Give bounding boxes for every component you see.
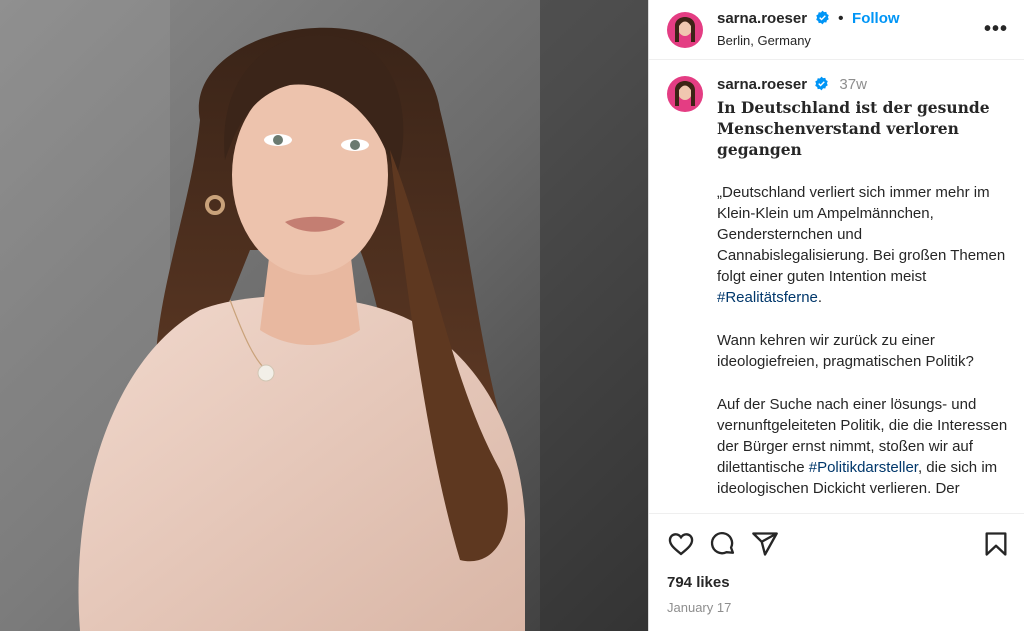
caption-text-span: . — [817, 289, 823, 306]
action-bar: 794 likes January 17 — [649, 513, 1024, 631]
comment-icon[interactable] — [709, 530, 737, 558]
caption-text: sarna.roeser 37w In Deutschland ist der … — [717, 74, 1008, 513]
caption-title: In Deutschland ist der gesunde Menschenv… — [717, 98, 990, 159]
post-view: sarna.roeser • Follow Berlin, Germany ••… — [0, 0, 1024, 631]
caption-username[interactable]: sarna.roeser — [717, 76, 807, 93]
caption-paragraph: „Deutschland verliert sich immer mehr im… — [717, 182, 1008, 308]
caption-paragraph: Wann kehren wir zurück zu einer ideologi… — [717, 332, 974, 370]
caption-area: sarna.roeser 37w In Deutschland ist der … — [649, 60, 1024, 513]
likes-count[interactable]: 794 likes — [667, 574, 1010, 591]
post-photo[interactable] — [0, 0, 648, 631]
location-link[interactable]: Berlin, Germany — [717, 33, 984, 49]
follow-button[interactable]: Follow — [852, 10, 900, 27]
heart-icon[interactable] — [667, 530, 695, 558]
avatar[interactable] — [667, 11, 703, 48]
hashtag-link[interactable]: #Politikdarsteller — [809, 459, 918, 476]
more-options-icon[interactable]: ••• — [984, 18, 1008, 41]
post-time[interactable]: 37w — [839, 76, 867, 93]
verified-icon — [814, 76, 829, 97]
post-header: sarna.roeser • Follow Berlin, Germany ••… — [649, 0, 1024, 60]
caption-paragraph: Auf der Suche nach einer lösungs- und ve… — [717, 394, 1008, 499]
username-link[interactable]: sarna.roeser — [717, 10, 807, 27]
hashtag-link[interactable]: #Realitätsferne — [717, 289, 818, 306]
caption-text-span: „Deutschland verliert sich immer mehr im… — [717, 184, 1006, 285]
portrait-image — [0, 0, 648, 631]
share-icon[interactable] — [751, 530, 779, 558]
separator-dot: • — [837, 10, 844, 28]
verified-icon — [815, 10, 830, 31]
caption-avatar[interactable] — [667, 76, 703, 112]
save-icon[interactable] — [982, 530, 1010, 558]
post-date[interactable]: January 17 — [667, 600, 1010, 615]
post-sidebar: sarna.roeser • Follow Berlin, Germany ••… — [648, 0, 1024, 631]
